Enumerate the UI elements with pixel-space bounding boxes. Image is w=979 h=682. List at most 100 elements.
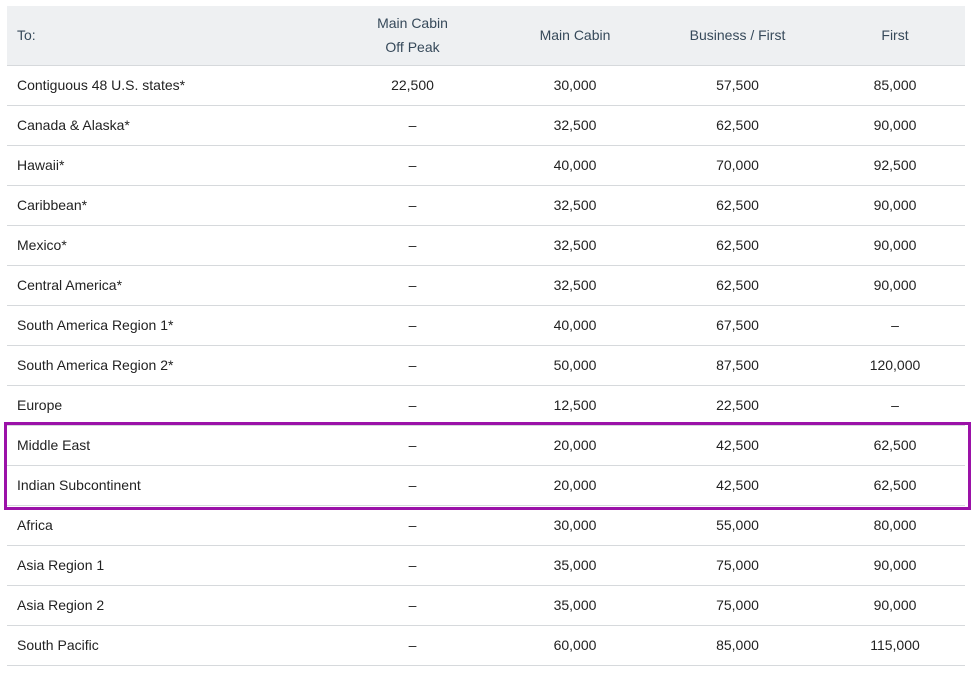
table-row: Asia Region 1–35,000 75,000 90,000 [7, 545, 965, 586]
cell-first: 90,000 [825, 265, 965, 306]
cell-main-cabin-off-peak: – [325, 625, 500, 666]
cell-first: 62,500 [825, 465, 965, 506]
table-row: Mexico* –32,500 62,500 90,000 [7, 225, 965, 266]
header-business-first: Business / First [650, 6, 825, 66]
cell-destination: Canada & Alaska* [7, 105, 325, 146]
cell-first: 90,000 [825, 545, 965, 586]
cell-main-cabin-off-peak: – [325, 345, 500, 386]
cell-main-cabin-off-peak: – [325, 225, 500, 266]
cell-main-cabin-off-peak: – [325, 145, 500, 186]
cell-destination: Indian Subcontinent [7, 465, 325, 506]
cell-destination: South America Region 1* [7, 305, 325, 346]
cell-main-cabin: 32,500 [500, 185, 650, 226]
cell-main-cabin-off-peak: – [325, 105, 500, 146]
cell-first: 90,000 [825, 105, 965, 146]
cell-destination: South Pacific [7, 625, 325, 666]
cell-destination: Mexico* [7, 225, 325, 266]
cell-main-cabin-off-peak: – [325, 305, 500, 346]
table-row: Middle East –20,000 42,500 62,500 [7, 425, 965, 466]
table-row: Canada & Alaska* –32,500 62,500 90,000 [7, 105, 965, 146]
cell-main-cabin: 20,000 [500, 425, 650, 466]
cell-destination: Contiguous 48 U.S. states* [7, 65, 325, 106]
cell-first: 85,000 [825, 65, 965, 106]
header-to: To: [7, 6, 325, 66]
cell-first: 90,000 [825, 225, 965, 266]
cell-main-cabin: 12,500 [500, 385, 650, 426]
cell-first: – [825, 305, 965, 346]
header-first-label: First [881, 27, 909, 44]
cell-destination: Caribbean* [7, 185, 325, 226]
cell-main-cabin-off-peak: – [325, 185, 500, 226]
cell-business-first: 57,500 [650, 65, 825, 106]
cell-business-first: 55,000 [650, 505, 825, 546]
cell-main-cabin: 40,000 [500, 305, 650, 346]
cell-main-cabin-off-peak: 22,500 [325, 65, 500, 106]
cell-business-first: 62,500 [650, 105, 825, 146]
cell-first: 115,000 [825, 625, 965, 666]
table-row: South Pacific –60,000 85,000 115,000 [7, 625, 965, 666]
cell-destination: Africa [7, 505, 325, 546]
cell-main-cabin-off-peak: – [325, 585, 500, 626]
cell-main-cabin: 20,000 [500, 465, 650, 506]
cell-business-first: 70,000 [650, 145, 825, 186]
cell-destination: Asia Region 1 [7, 545, 325, 586]
table-row: Hawaii* –40,000 70,000 92,500 [7, 145, 965, 186]
cell-business-first: 42,500 [650, 465, 825, 506]
cell-main-cabin: 40,000 [500, 145, 650, 186]
cell-business-first: 67,500 [650, 305, 825, 346]
cell-main-cabin: 50,000 [500, 345, 650, 386]
header-first: First [825, 6, 965, 66]
table-row: Contiguous 48 U.S. states* 22,500 30,000 57… [7, 65, 965, 106]
cell-main-cabin-off-peak: – [325, 425, 500, 466]
cell-business-first: 75,000 [650, 545, 825, 586]
cell-main-cabin: 35,000 [500, 545, 650, 586]
header-row: To: Main Cabin Off Peak Main Cabin Busin… [7, 6, 965, 66]
cell-destination: Central America* [7, 265, 325, 306]
cell-main-cabin: 35,000 [500, 585, 650, 626]
table-row: South America Region 2* –50,000 87,500 120,… [7, 345, 965, 386]
header-main-cabin-label: Main Cabin [539, 27, 611, 44]
cell-business-first: 62,500 [650, 225, 825, 266]
header-main-cabin: Main Cabin [500, 6, 650, 66]
header-main-cabin-off-peak: Main Cabin Off Peak [325, 6, 500, 66]
header-main-cabin-off-peak-line2: Off Peak [385, 39, 440, 56]
cell-main-cabin: 32,500 [500, 225, 650, 266]
cell-main-cabin: 30,000 [500, 65, 650, 106]
cell-main-cabin: 32,500 [500, 265, 650, 306]
cell-business-first: 87,500 [650, 345, 825, 386]
cell-business-first: 85,000 [650, 625, 825, 666]
table-row: South America Region 1* –40,000 67,500– [7, 305, 965, 346]
cell-main-cabin: 60,000 [500, 625, 650, 666]
cell-business-first: 42,500 [650, 425, 825, 466]
cell-business-first: 22,500 [650, 385, 825, 426]
table-body: Contiguous 48 U.S. states* 22,500 30,000 57… [7, 65, 965, 666]
table-row: Africa –30,000 55,000 80,000 [7, 505, 965, 546]
cell-main-cabin-off-peak: – [325, 265, 500, 306]
cell-first: 92,500 [825, 145, 965, 186]
cell-business-first: 62,500 [650, 185, 825, 226]
header-business-first-label: Business / First [689, 27, 786, 44]
table-row: Indian Subcontinent –20,000 42,500 62,500 [7, 465, 965, 506]
cell-main-cabin-off-peak: – [325, 545, 500, 586]
cell-first: 120,000 [825, 345, 965, 386]
cell-first: 80,000 [825, 505, 965, 546]
cell-business-first: 75,000 [650, 585, 825, 626]
table-row: Europe –12,500 22,500– [7, 385, 965, 426]
cell-business-first: 62,500 [650, 265, 825, 306]
cell-first: 90,000 [825, 585, 965, 626]
cell-first: 90,000 [825, 185, 965, 226]
cell-destination: Middle East [7, 425, 325, 466]
cell-main-cabin-off-peak: – [325, 505, 500, 546]
cell-main-cabin: 30,000 [500, 505, 650, 546]
cell-first: 62,500 [825, 425, 965, 466]
award-chart-table: To: Main Cabin Off Peak Main Cabin Busin… [7, 6, 965, 666]
table-row: Caribbean* –32,500 62,500 90,000 [7, 185, 965, 226]
cell-destination: Hawaii* [7, 145, 325, 186]
table-row: Central America* –32,500 62,500 90,000 [7, 265, 965, 306]
cell-main-cabin-off-peak: – [325, 385, 500, 426]
table-header: To: Main Cabin Off Peak Main Cabin Busin… [7, 6, 965, 66]
cell-destination: Asia Region 2 [7, 585, 325, 626]
table-row: Asia Region 2–35,000 75,000 90,000 [7, 585, 965, 626]
cell-destination: Europe [7, 385, 325, 426]
cell-first: – [825, 385, 965, 426]
